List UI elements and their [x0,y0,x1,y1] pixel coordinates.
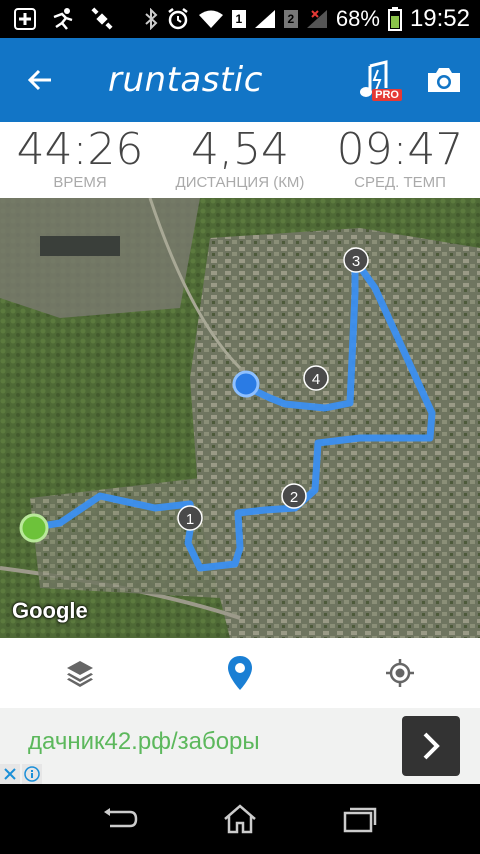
runner-icon [50,8,76,30]
alarm-icon [166,7,190,31]
recents-icon [343,807,377,833]
location-pin-icon [228,656,252,690]
camera-button[interactable] [424,60,464,100]
industrial-area [0,198,200,318]
distance-value: 4,54 [191,124,289,175]
distance-label: ДИСТАНЦИЯ (КМ) [175,174,305,191]
battery-icon [387,7,402,31]
music-pro-button[interactable]: PRO [352,57,402,103]
sim2-badge: 2 [283,10,298,28]
svg-text:2: 2 [290,489,298,506]
marker-1[interactable]: 1 [177,505,203,531]
pro-badge: PRO [372,89,402,101]
system-navigation [0,784,480,854]
camera-icon [428,68,460,92]
bluetooth-icon [144,8,158,30]
end-marker[interactable] [232,370,260,398]
close-icon [4,768,16,780]
system-back-button[interactable] [90,794,150,844]
layers-icon [67,661,93,687]
marker-3[interactable]: 3 [343,247,369,273]
home-icon [224,804,256,834]
sim2-signal-icon [306,9,328,29]
svg-text:3: 3 [352,253,360,270]
ad-controls [0,764,42,784]
ad-text[interactable]: дачник42.рф/заборы [28,728,260,756]
runtastic-logo: runtastic [108,60,263,100]
back-icon [104,808,138,828]
ad-banner[interactable]: дачник42.рф/заборы [0,708,480,784]
sim1-badge: 1 [231,10,246,28]
layers-button[interactable] [50,643,110,703]
stats-panel: 44:26 ВРЕМЯ 4,54 ДИСТАНЦИЯ (КМ) 09:47 СР… [0,122,480,198]
app-toolbar: runtastic PRO [0,38,480,122]
marker-2[interactable]: 2 [281,483,307,509]
factory-building [40,236,120,256]
status-bar: 1 2 68% 19:52 [0,0,480,38]
clock: 19:52 [409,5,470,32]
time-label: ВРЕМЯ [53,174,107,191]
google-attribution: Google [12,598,88,623]
time-value: 44:26 [16,124,144,175]
svg-text:4: 4 [312,371,320,388]
my-location-button[interactable] [370,643,430,703]
ad-close-button[interactable] [0,764,20,784]
wifi-icon [198,9,224,29]
pace-label: СРЕД. ТЕМП [354,174,446,191]
info-icon [24,766,40,782]
my-location-icon [386,659,414,687]
svg-text:1: 1 [186,511,194,528]
map-controls [0,638,480,708]
battery-percent: 68% [335,6,380,31]
route-pin-button[interactable] [210,643,270,703]
system-home-button[interactable] [210,794,270,844]
satellite-icon [90,7,114,31]
chevron-right-icon [423,732,440,760]
ad-info-button[interactable] [22,764,42,784]
arrow-back-icon [27,69,51,91]
route-map[interactable]: 1 2 3 4 Google [0,198,480,638]
stat-distance: 4,54 ДИСТАНЦИЯ (КМ) [160,122,320,198]
stat-pace: 09:47 СРЕД. ТЕМП [320,122,480,198]
ad-open-button[interactable] [402,716,460,776]
marker-4[interactable]: 4 [303,365,329,391]
start-marker[interactable] [19,513,49,543]
system-recents-button[interactable] [330,794,390,844]
plus-box-icon [14,8,36,30]
stat-time: 44:26 ВРЕМЯ [0,122,160,198]
sim1-signal-icon [254,9,276,29]
back-button[interactable] [0,38,80,122]
pace-value: 09:47 [336,124,464,175]
urban-area [190,228,480,638]
